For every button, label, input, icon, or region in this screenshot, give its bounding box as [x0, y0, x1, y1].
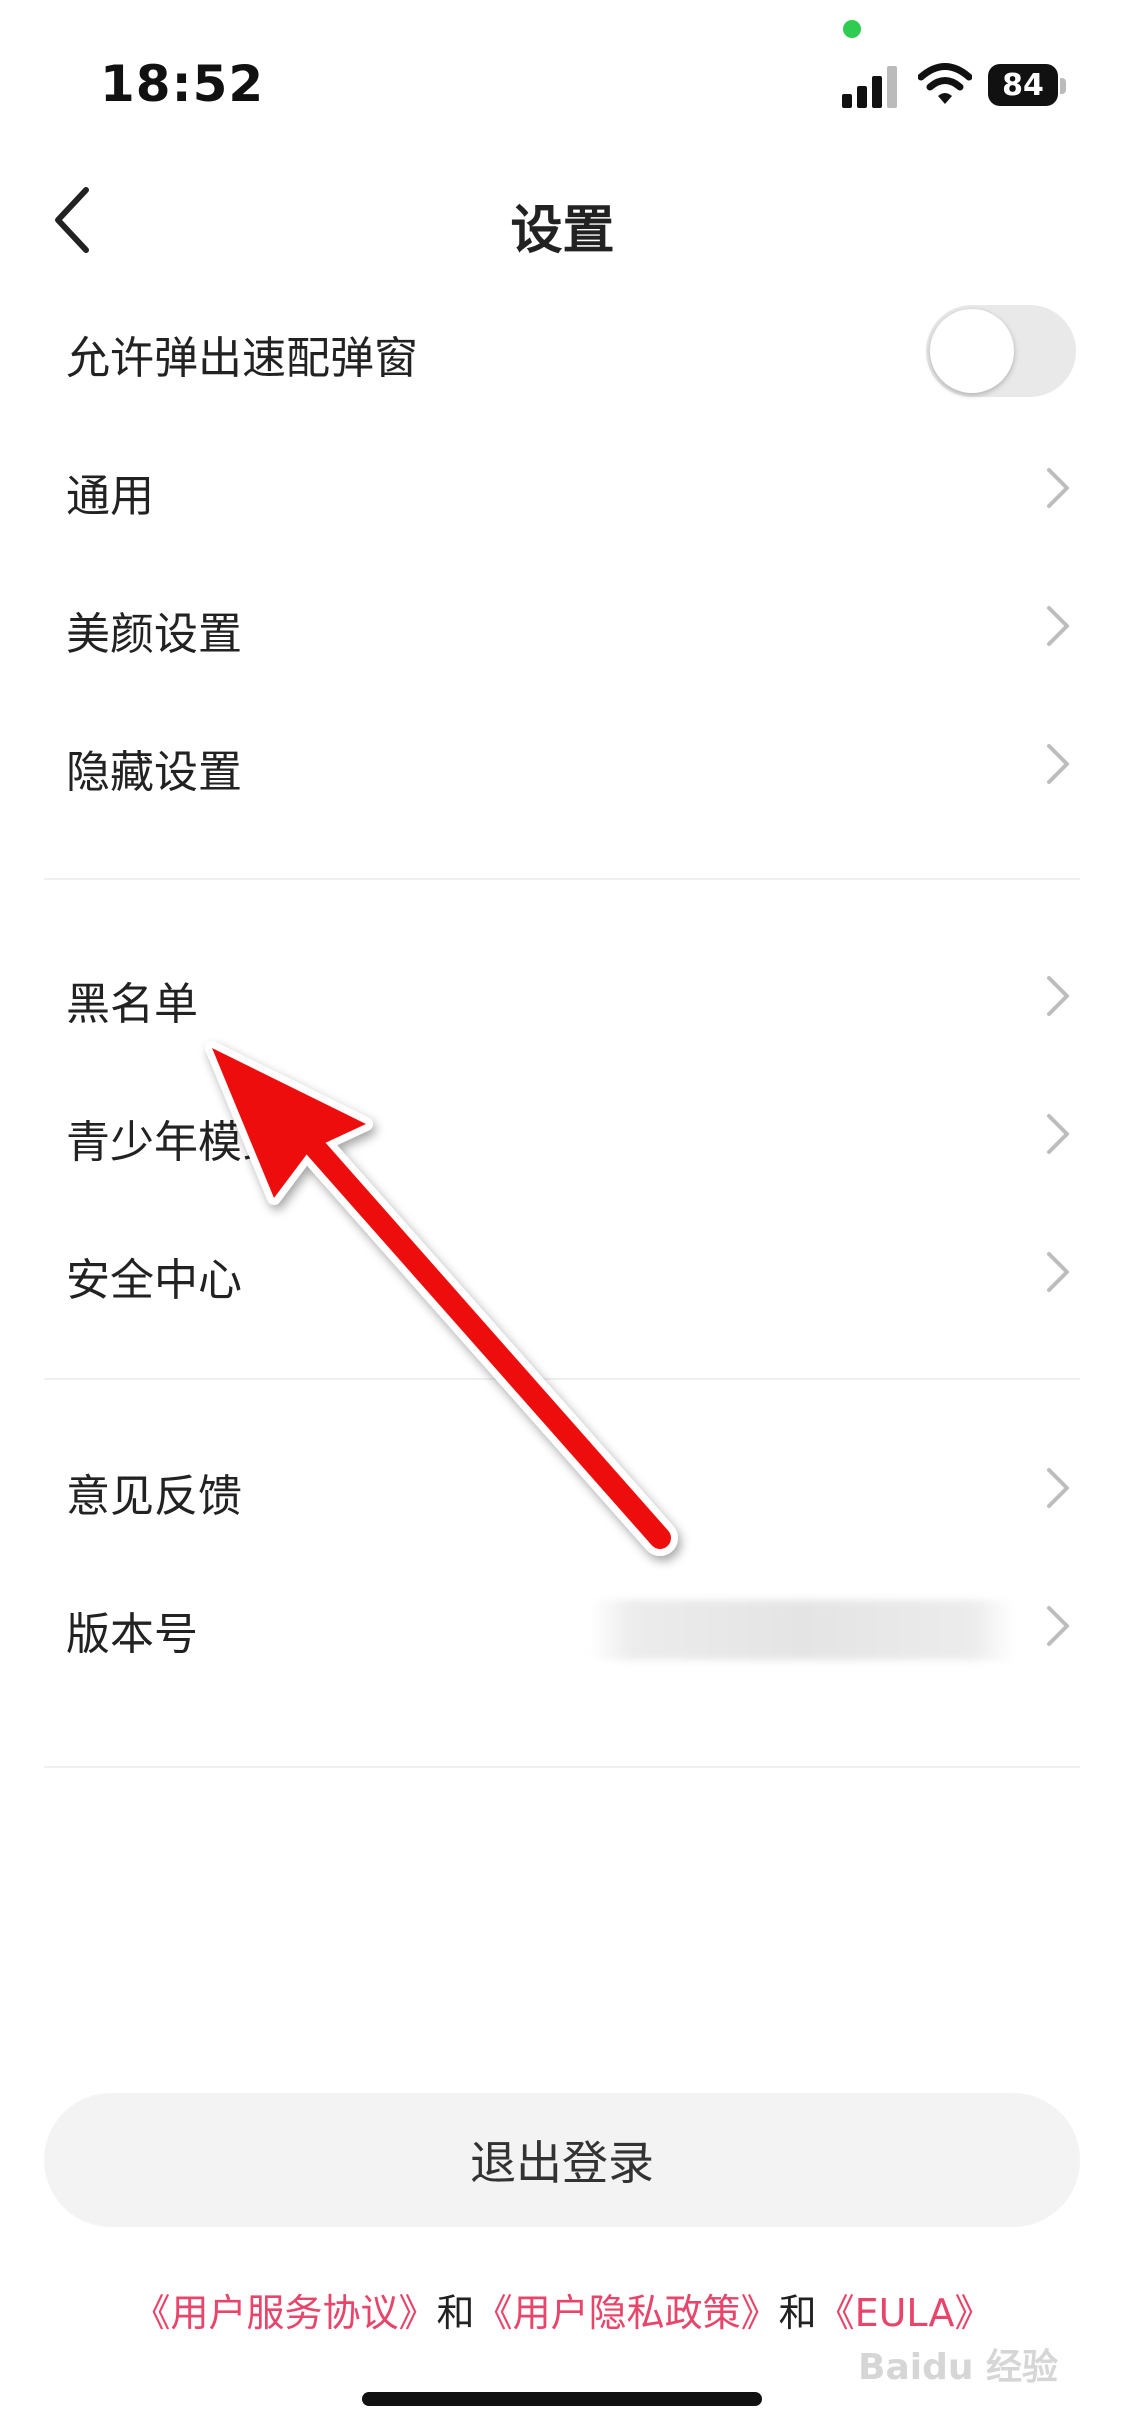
- settings-item-general[interactable]: 通用: [0, 420, 1125, 558]
- chevron-right-icon: [1047, 1114, 1069, 1154]
- and-text: 和: [778, 2291, 817, 2335]
- logout-button[interactable]: 退出登录: [44, 2093, 1080, 2227]
- status-time: 18:52: [100, 55, 265, 113]
- privacy-indicator-dot: [843, 20, 861, 38]
- chevron-right-icon: [1047, 606, 1069, 646]
- section-divider: [44, 1378, 1080, 1380]
- settings-item-label: 通用: [66, 471, 154, 522]
- section-divider: [44, 1766, 1080, 1768]
- toggle-knob: [930, 309, 1014, 393]
- battery-cap: [1060, 78, 1066, 94]
- settings-item-hidden[interactable]: 隐藏设置: [0, 696, 1125, 834]
- settings-item-label: 意见反馈: [66, 1471, 242, 1522]
- chevron-right-icon: [1047, 744, 1069, 784]
- baidu-watermark: Baidu 经验: [858, 2347, 1059, 2388]
- legal-links: 《用户服务协议》和《用户隐私政策》和《EULA》: [0, 2282, 1125, 2337]
- chevron-right-icon: [1047, 976, 1069, 1016]
- wifi-icon: [918, 63, 972, 104]
- popup-toggle-switch[interactable]: [926, 305, 1076, 397]
- chevron-right-icon: [1047, 1606, 1069, 1646]
- chevron-right-icon: [1047, 1468, 1069, 1508]
- settings-item-label: 青少年模式: [66, 1117, 286, 1168]
- settings-item-label: 美颜设置: [66, 609, 242, 660]
- privacy-policy-link[interactable]: 《用户隐私政策》: [475, 2291, 779, 2335]
- settings-item-beauty[interactable]: 美颜设置: [0, 558, 1125, 696]
- status-bar: 18:52 84: [0, 0, 1125, 150]
- settings-item-label: 版本号: [66, 1609, 198, 1660]
- battery-icon: 84: [988, 64, 1066, 108]
- settings-item-teen-mode[interactable]: 青少年模式: [0, 1066, 1125, 1204]
- settings-item-security-center[interactable]: 安全中心: [0, 1204, 1125, 1342]
- popup-toggle-label: 允许弹出速配弹窗: [66, 333, 418, 384]
- page-title: 设置: [510, 201, 615, 261]
- user-agreement-link[interactable]: 《用户服务协议》: [133, 2291, 437, 2335]
- settings-item-label: 隐藏设置: [66, 747, 242, 798]
- chevron-right-icon: [1047, 468, 1069, 508]
- version-value-blurred: [590, 1600, 1015, 1660]
- signal-icon: [842, 66, 897, 108]
- chevron-right-icon: [1047, 1252, 1069, 1292]
- home-indicator: [362, 2392, 762, 2406]
- settings-item-label: 安全中心: [66, 1255, 242, 1306]
- settings-item-label: 黑名单: [66, 979, 198, 1030]
- nav-bar: 设置: [0, 170, 1125, 270]
- section-divider: [44, 878, 1080, 880]
- settings-item-feedback[interactable]: 意见反馈: [0, 1420, 1125, 1558]
- settings-item-blacklist[interactable]: 黑名单: [0, 928, 1125, 1066]
- and-text: 和: [436, 2291, 475, 2335]
- battery-level: 84: [988, 64, 1058, 106]
- eula-link[interactable]: 《EULA》: [817, 2291, 993, 2335]
